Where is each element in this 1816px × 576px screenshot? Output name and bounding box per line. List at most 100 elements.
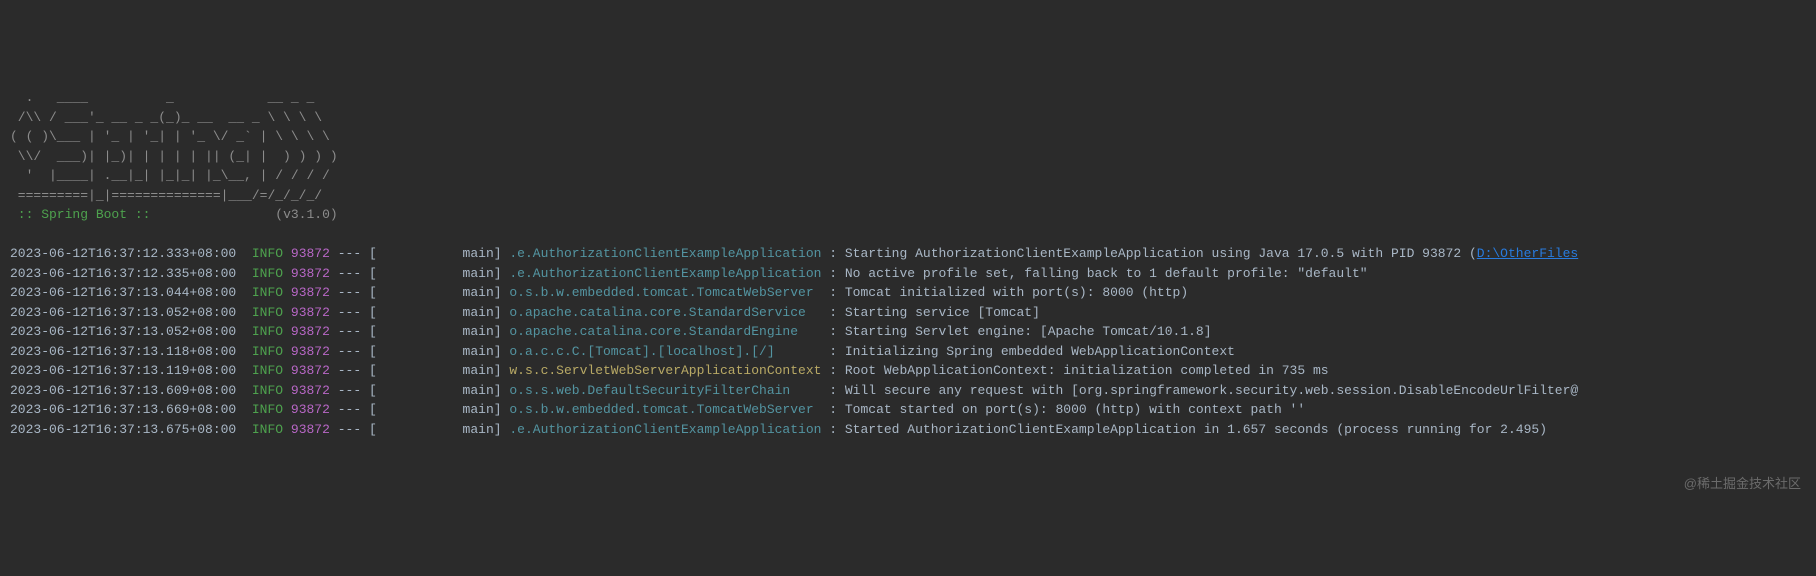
log-colon: : [829,363,837,378]
log-colon: : [829,344,837,359]
log-thread: [ main] [369,266,502,281]
log-thread: [ main] [369,402,502,417]
log-logger: o.apache.catalina.core.StandardEngine [509,324,821,339]
log-colon: : [829,246,837,261]
log-line: 2023-06-12T16:37:13.052+08:00 INFO 93872… [10,322,1806,342]
log-timestamp: 2023-06-12T16:37:12.333+08:00 [10,246,236,261]
log-logger: o.a.c.c.C.[Tomcat].[localhost].[/] [509,344,821,359]
log-pid: 93872 [291,344,330,359]
log-level: INFO [252,402,283,417]
log-pid: 93872 [291,324,330,339]
log-colon: : [829,305,837,320]
log-pid: 93872 [291,363,330,378]
log-separator: --- [338,402,361,417]
log-thread: [ main] [369,246,502,261]
log-separator: --- [338,324,361,339]
banner-line-6: =========|_|==============|___/=/_/_/_/ [10,188,322,203]
banner-line-5: ' |____| .__|_| |_|_| |_\__, | / / / / [10,168,330,183]
log-pid: 93872 [291,402,330,417]
log-colon: : [829,402,837,417]
log-line: 2023-06-12T16:37:13.609+08:00 INFO 93872… [10,381,1806,401]
log-logger: o.s.b.w.embedded.tomcat.TomcatWebServer [509,285,821,300]
log-pid: 93872 [291,285,330,300]
spring-boot-version-line: :: Spring Boot :: (v3.1.0) [10,207,338,222]
log-level: INFO [252,344,283,359]
log-level: INFO [252,324,283,339]
log-line: 2023-06-12T16:37:13.675+08:00 INFO 93872… [10,420,1806,440]
log-message: Starting AuthorizationClientExampleAppli… [845,246,1477,261]
log-colon: : [829,383,837,398]
log-line: 2023-06-12T16:37:13.669+08:00 INFO 93872… [10,400,1806,420]
log-separator: --- [338,422,361,437]
console-output[interactable]: . ____ _ __ _ _ /\\ / ___'_ __ _ _(_)_ _… [10,88,1806,439]
log-thread: [ main] [369,383,502,398]
log-message: Root WebApplicationContext: initializati… [845,363,1329,378]
log-level: INFO [252,266,283,281]
log-timestamp: 2023-06-12T16:37:13.052+08:00 [10,324,236,339]
log-thread: [ main] [369,285,502,300]
log-message: Starting service [Tomcat] [845,305,1040,320]
log-message: Initializing Spring embedded WebApplicat… [845,344,1235,359]
log-logger: w.s.c.ServletWebServerApplicationContext [509,363,821,378]
log-thread: [ main] [369,324,502,339]
log-pid: 93872 [291,383,330,398]
log-line: 2023-06-12T16:37:12.335+08:00 INFO 93872… [10,264,1806,284]
log-level: INFO [252,305,283,320]
banner-line-2: /\\ / ___'_ __ _ _(_)_ __ __ _ \ \ \ \ [10,110,322,125]
log-colon: : [829,266,837,281]
log-line: 2023-06-12T16:37:13.044+08:00 INFO 93872… [10,283,1806,303]
log-pid: 93872 [291,246,330,261]
log-colon: : [829,285,837,300]
log-thread: [ main] [369,344,502,359]
log-separator: --- [338,305,361,320]
banner-line-1: . ____ _ __ _ _ [10,90,314,105]
log-level: INFO [252,246,283,261]
log-message: Will secure any request with [org.spring… [845,383,1578,398]
log-line: 2023-06-12T16:37:12.333+08:00 INFO 93872… [10,244,1806,264]
log-thread: [ main] [369,305,502,320]
log-timestamp: 2023-06-12T16:37:13.044+08:00 [10,285,236,300]
log-line: 2023-06-12T16:37:13.052+08:00 INFO 93872… [10,303,1806,323]
log-timestamp: 2023-06-12T16:37:12.335+08:00 [10,266,236,281]
log-logger: o.s.s.web.DefaultSecurityFilterChain [509,383,821,398]
log-level: INFO [252,363,283,378]
log-level: INFO [252,422,283,437]
log-separator: --- [338,383,361,398]
log-timestamp: 2023-06-12T16:37:13.118+08:00 [10,344,236,359]
log-logger: o.s.b.w.embedded.tomcat.TomcatWebServer [509,402,821,417]
log-level: INFO [252,285,283,300]
spring-boot-label: :: Spring Boot :: [10,207,158,222]
log-line: 2023-06-12T16:37:13.118+08:00 INFO 93872… [10,342,1806,362]
spring-boot-version: (v3.1.0) [275,207,337,222]
log-message: Started AuthorizationClientExampleApplic… [845,422,1547,437]
banner-line-4: \\/ ___)| |_)| | | | | || (_| | ) ) ) ) [10,149,338,164]
banner-line-3: ( ( )\___ | '_ | '_| | '_ \/ _` | \ \ \ … [10,129,330,144]
log-lines-container: 2023-06-12T16:37:12.333+08:00 INFO 93872… [10,244,1806,439]
log-separator: --- [338,363,361,378]
log-timestamp: 2023-06-12T16:37:13.675+08:00 [10,422,236,437]
log-logger: o.apache.catalina.core.StandardService [509,305,821,320]
log-thread: [ main] [369,422,502,437]
log-logger: .e.AuthorizationClientExampleApplication [509,246,821,261]
log-message: No active profile set, falling back to 1… [845,266,1368,281]
log-timestamp: 2023-06-12T16:37:13.052+08:00 [10,305,236,320]
log-pid: 93872 [291,422,330,437]
log-separator: --- [338,285,361,300]
log-thread: [ main] [369,363,502,378]
log-separator: --- [338,266,361,281]
log-message: Tomcat initialized with port(s): 8000 (h… [845,285,1188,300]
log-timestamp: 2023-06-12T16:37:13.669+08:00 [10,402,236,417]
log-file-link[interactable]: D:\OtherFiles [1477,246,1578,261]
log-colon: : [829,422,837,437]
log-logger: .e.AuthorizationClientExampleApplication [509,422,821,437]
log-timestamp: 2023-06-12T16:37:13.119+08:00 [10,363,236,378]
log-timestamp: 2023-06-12T16:37:13.609+08:00 [10,383,236,398]
log-separator: --- [338,246,361,261]
log-message: Tomcat started on port(s): 8000 (http) w… [845,402,1305,417]
log-pid: 93872 [291,305,330,320]
log-pid: 93872 [291,266,330,281]
log-level: INFO [252,383,283,398]
watermark: @稀土掘金技术社区 [1684,474,1801,494]
log-separator: --- [338,344,361,359]
log-line: 2023-06-12T16:37:13.119+08:00 INFO 93872… [10,361,1806,381]
